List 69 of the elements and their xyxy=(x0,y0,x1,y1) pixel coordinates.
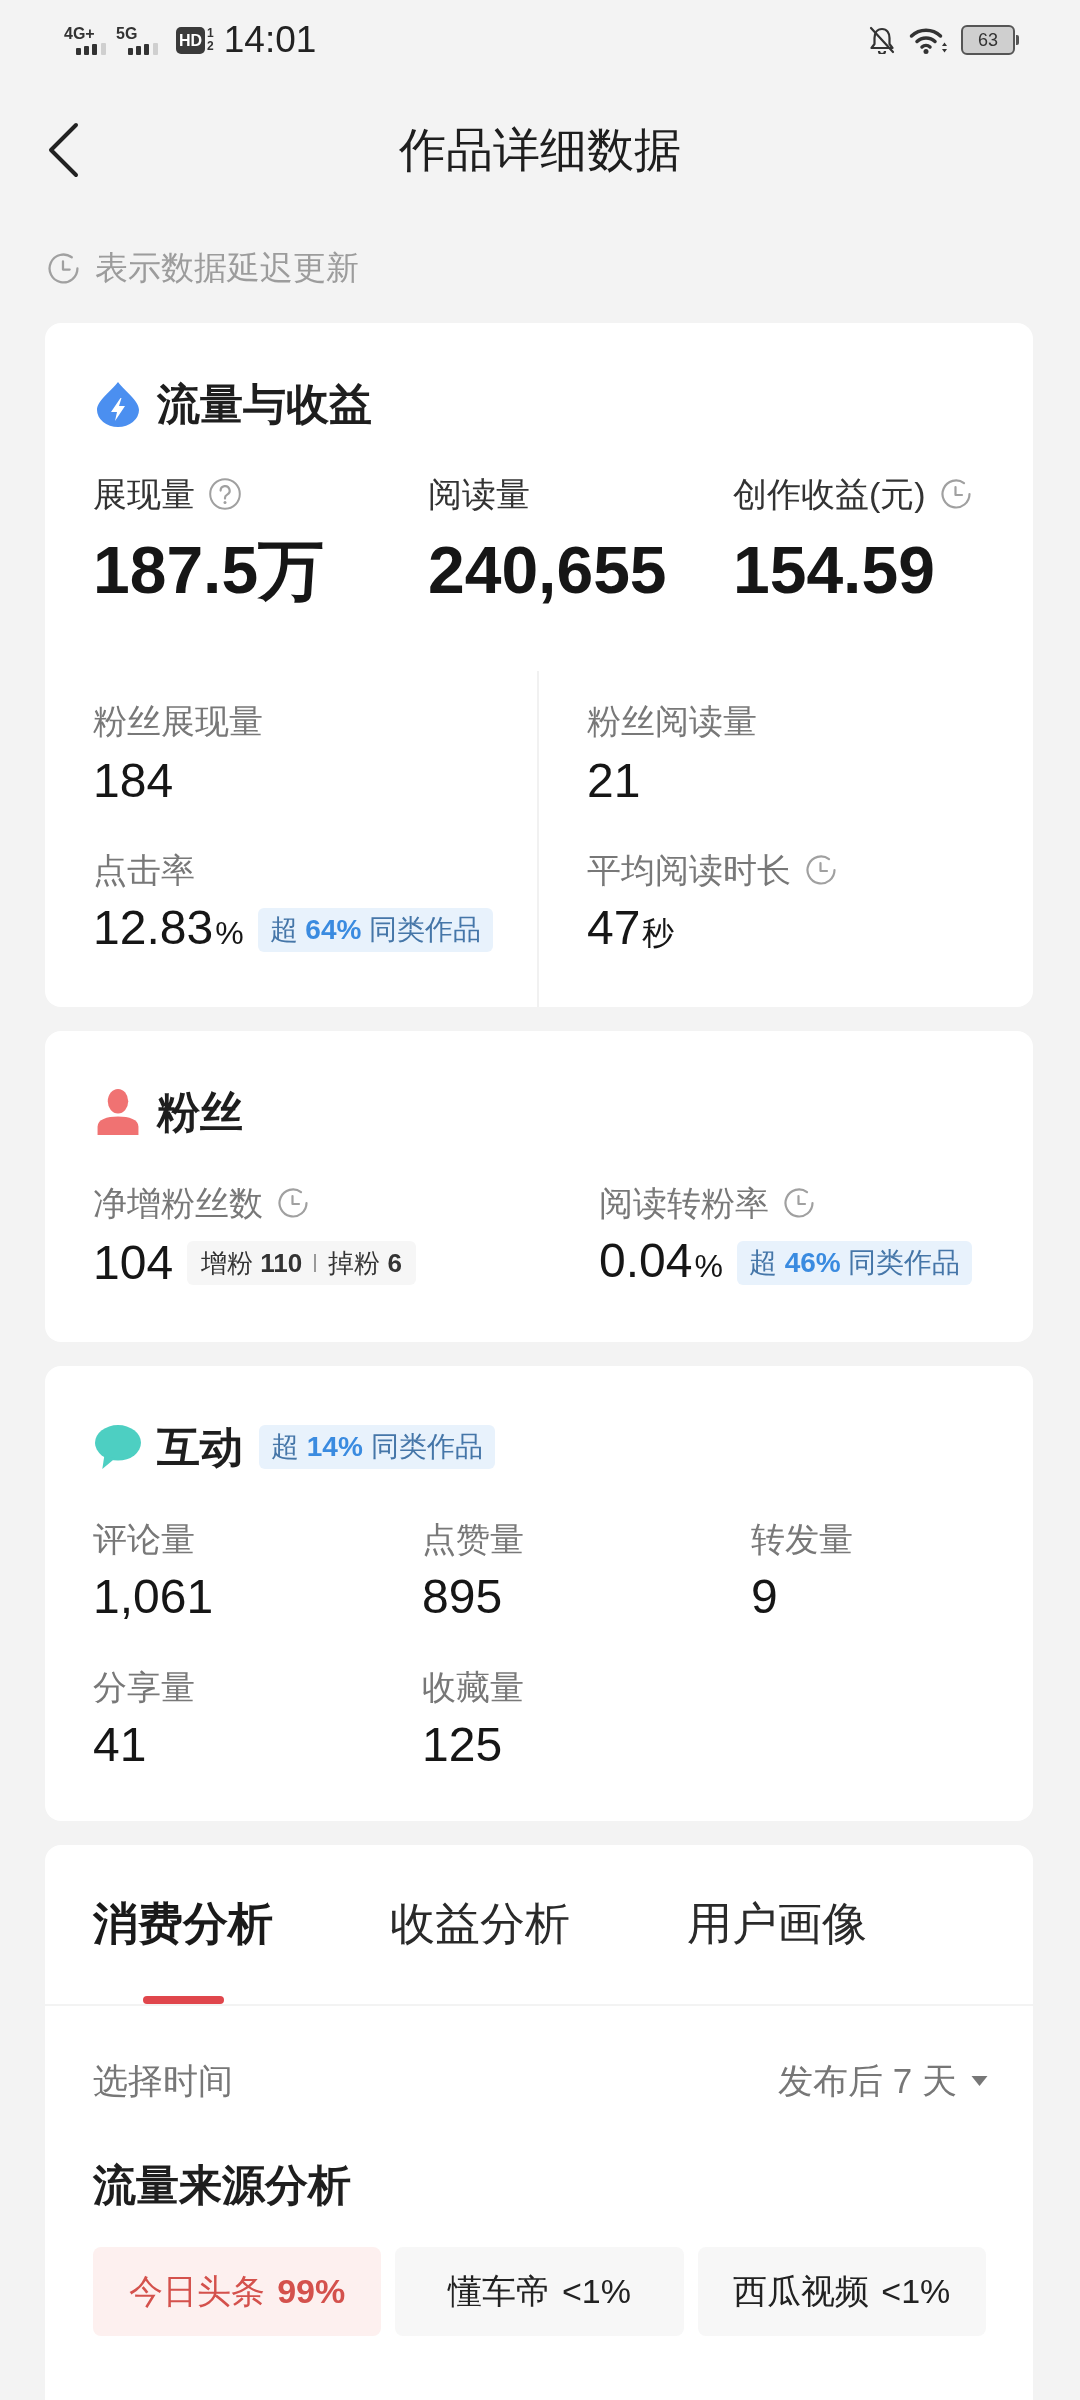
metric-value: 187.5万 xyxy=(93,532,325,608)
card-title: 粉丝 xyxy=(157,1089,243,1135)
wifi-icon xyxy=(909,26,947,54)
tab[interactable]: 用户画像 xyxy=(687,1845,867,2004)
help-icon[interactable] xyxy=(209,478,241,510)
metric-value: 47秒 xyxy=(587,899,675,956)
source-chip[interactable]: 今日头条 99% xyxy=(93,2247,382,2336)
tab[interactable]: 消费分析 xyxy=(93,1845,273,2004)
metric-label: 阅读转粉率 xyxy=(599,1183,769,1223)
card-title: 流量与收益 xyxy=(157,381,372,427)
metric-label: 转发量 xyxy=(751,1519,853,1559)
notice-text: 表示数据延迟更新 xyxy=(95,247,359,288)
metric-value: 125 xyxy=(422,1717,503,1773)
bell-off-icon xyxy=(869,26,895,54)
clock-icon xyxy=(783,1187,815,1219)
metric-value: 0.04% xyxy=(599,1232,723,1289)
network-type-label: 5G xyxy=(116,25,138,41)
metric-value: 184 xyxy=(93,753,174,809)
battery-indicator: 63 xyxy=(961,25,1019,55)
comparison-badge: 超 46% 同类作品 xyxy=(736,1241,973,1285)
caret-icon xyxy=(971,2076,988,2086)
metric-label: 净增粉丝数 xyxy=(93,1183,263,1223)
tab[interactable]: 收益分析 xyxy=(390,1845,570,2004)
signal-icon xyxy=(76,42,106,55)
metric-label: 评论量 xyxy=(93,1519,195,1559)
chat-bubble-icon xyxy=(95,1424,141,1470)
fan-change-text: 增粉 110 xyxy=(201,1246,303,1280)
metric-label: 平均阅读时长 xyxy=(587,850,791,890)
back-icon[interactable] xyxy=(47,122,79,178)
comparison-badge: 超 14% 同类作品 xyxy=(259,1425,495,1469)
sim-slot-label: 2 xyxy=(207,40,214,53)
metric-value: 104 xyxy=(93,1235,174,1291)
person-icon xyxy=(95,1089,141,1135)
page-title: 作品详细数据 xyxy=(399,122,681,178)
metric-value: 1,061 xyxy=(93,1569,214,1625)
metric-label: 粉丝展现量 xyxy=(93,701,263,741)
time-filter-label: 选择时间 xyxy=(93,2059,233,2102)
metric-label: 展现量 xyxy=(93,474,195,514)
metric-label: 收藏量 xyxy=(422,1667,524,1707)
metric-value: 895 xyxy=(422,1569,503,1625)
comparison-badge: 超 64% 同类作品 xyxy=(257,908,494,952)
clock-icon xyxy=(939,478,972,510)
hd-badge: HD xyxy=(176,26,206,54)
clock-time: 14:01 xyxy=(223,19,317,61)
metric-value: 9 xyxy=(751,1569,778,1625)
metric-value: 12.83% xyxy=(93,899,244,956)
metric-value: 240,655 xyxy=(428,532,667,608)
metric-label: 阅读量 xyxy=(428,474,530,514)
metric-value: 154.59 xyxy=(733,532,935,608)
time-range-dropdown[interactable]: 发布后 7 天 xyxy=(778,2057,988,2105)
metric-label: 粉丝阅读量 xyxy=(587,701,757,741)
network-type-label: 4G+ xyxy=(64,25,95,41)
metric-value: 41 xyxy=(93,1717,147,1773)
clock-icon xyxy=(805,854,837,886)
card-title: 互动 xyxy=(157,1424,243,1470)
section-title: 流量来源分析 xyxy=(93,2160,351,2210)
source-chip[interactable]: 西瓜视频 <1% xyxy=(697,2247,986,2336)
metric-label: 创作收益(元) xyxy=(733,474,926,514)
sim-slot-label: 1 xyxy=(207,27,214,40)
lightning-drop-icon xyxy=(95,381,141,427)
metric-label: 点击率 xyxy=(93,850,195,890)
metric-label: 分享量 xyxy=(93,1667,195,1707)
metric-label: 点赞量 xyxy=(422,1519,524,1559)
metric-value: 21 xyxy=(587,753,641,809)
fan-change-text: 掉粉 6 xyxy=(328,1246,402,1280)
clock-icon xyxy=(47,251,80,285)
signal-icon xyxy=(128,42,158,55)
source-chip[interactable]: 懂车帝 <1% xyxy=(395,2247,684,2336)
clock-icon xyxy=(277,1187,309,1219)
